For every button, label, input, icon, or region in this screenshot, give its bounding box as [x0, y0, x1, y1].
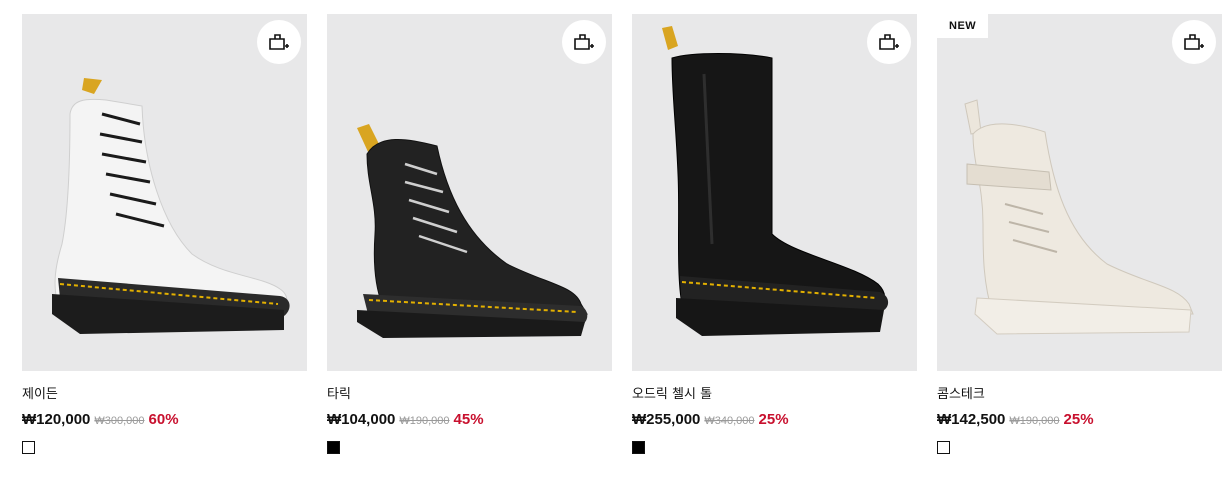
product-card[interactable]: 제이든 ₩120,000 ₩300,000 60%: [22, 14, 307, 454]
new-badge: NEW: [937, 14, 989, 38]
price-row: ₩255,000 ₩340,000 25%: [632, 410, 917, 430]
original-price: ₩190,000: [399, 415, 450, 427]
cream-combat-boot-image: [964, 99, 1194, 335]
color-swatch-white[interactable]: [937, 441, 950, 454]
product-card[interactable]: NEW 콤스테크 ₩142,500 ₩190,000 25%: [937, 14, 1222, 454]
color-swatch-black[interactable]: [632, 441, 645, 454]
color-swatch-white[interactable]: [22, 441, 35, 454]
discount-percent: 60%: [148, 411, 179, 428]
discount-percent: 25%: [758, 411, 789, 428]
product-image[interactable]: [327, 14, 612, 371]
product-name[interactable]: 제이든: [22, 386, 307, 404]
black-hiking-boot-image: [357, 124, 588, 338]
add-to-cart-button[interactable]: [257, 20, 301, 64]
product-card[interactable]: 타릭 ₩104,000 ₩190,000 45%: [327, 14, 612, 454]
product-name[interactable]: 오드릭 첼시 톨: [632, 386, 917, 404]
product-card[interactable]: 오드릭 첼시 톨 ₩255,000 ₩340,000 25%: [632, 14, 917, 454]
add-to-cart-icon: [269, 34, 289, 50]
discount-percent: 45%: [453, 411, 484, 428]
sale-price: ₩104,000: [327, 411, 396, 428]
product-name[interactable]: 타릭: [327, 386, 612, 404]
color-swatch-black[interactable]: [327, 441, 340, 454]
product-name[interactable]: 콤스테크: [937, 386, 1222, 404]
price-row: ₩120,000 ₩300,000 60%: [22, 410, 307, 430]
black-chelsea-boot-image: [662, 26, 889, 336]
add-to-cart-button[interactable]: [1172, 20, 1216, 64]
product-image[interactable]: [22, 14, 307, 371]
original-price: ₩300,000: [94, 415, 145, 427]
sale-price: ₩120,000: [22, 411, 91, 428]
sale-price: ₩142,500: [937, 411, 1006, 428]
white-lace-up-boot-image: [52, 78, 290, 334]
add-to-cart-icon: [1184, 34, 1204, 50]
product-image[interactable]: NEW: [937, 14, 1222, 371]
add-to-cart-button[interactable]: [867, 20, 911, 64]
sale-price: ₩255,000: [632, 411, 701, 428]
product-image[interactable]: [632, 14, 917, 371]
add-to-cart-icon: [574, 34, 594, 50]
add-to-cart-button[interactable]: [562, 20, 606, 64]
original-price: ₩190,000: [1009, 415, 1060, 427]
add-to-cart-icon: [879, 34, 899, 50]
price-row: ₩104,000 ₩190,000 45%: [327, 410, 612, 430]
discount-percent: 25%: [1063, 411, 1094, 428]
price-row: ₩142,500 ₩190,000 25%: [937, 410, 1222, 430]
original-price: ₩340,000: [704, 415, 755, 427]
